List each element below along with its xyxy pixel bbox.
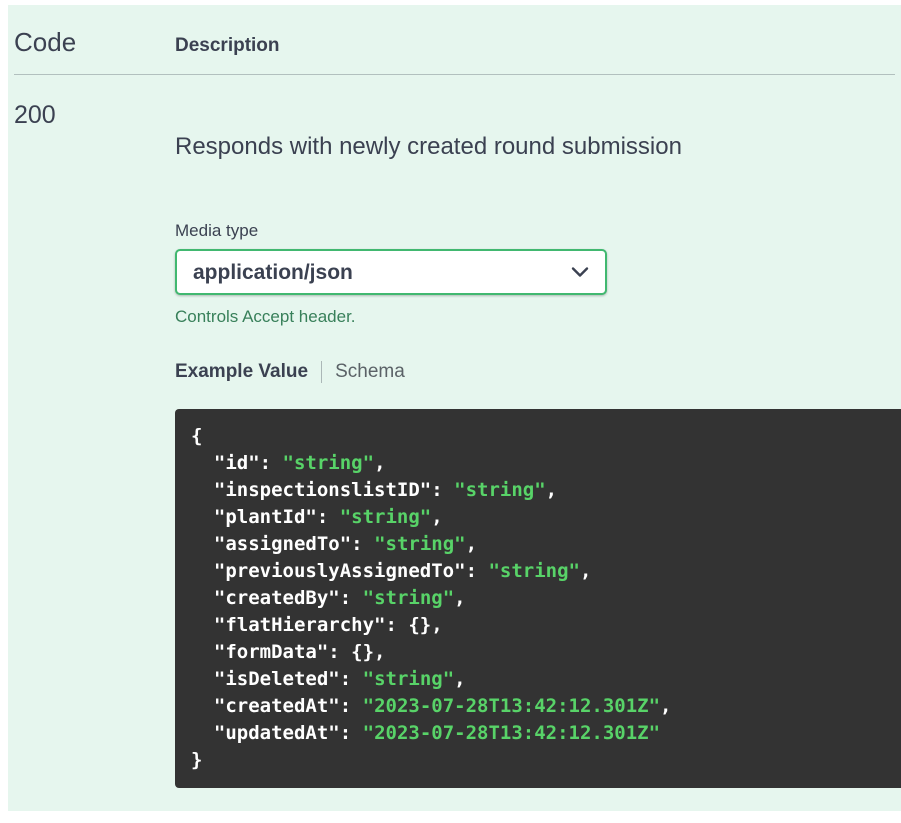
accept-note-prefix: Controls (175, 307, 242, 326)
json-code-line: "createdBy": "string", (191, 585, 885, 612)
json-code-line: "inspectionslistID": "string", (191, 477, 885, 504)
model-example-tabs: Example Value Schema (175, 361, 901, 383)
json-code-line: "id": "string", (191, 450, 885, 477)
json-code-line: "plantId": "string", (191, 504, 885, 531)
json-code-line: "flatHierarchy": {}, (191, 612, 885, 639)
response-description: Responds with newly created round submis… (175, 133, 901, 161)
accept-note-suffix: header. (294, 307, 355, 326)
media-type-select[interactable]: application/json (175, 249, 607, 295)
json-code-line: { (191, 423, 885, 450)
json-code-line: "formData": {}, (191, 639, 885, 666)
response-panel: Code Description 200 Responds with newly… (8, 5, 901, 811)
json-example-code: { "id": "string", "inspectionslistID": "… (175, 409, 901, 788)
accept-note-accept: Accept (242, 307, 294, 326)
json-code-line: "assignedTo": "string", (191, 531, 885, 558)
tab-separator (321, 361, 322, 383)
json-code-line: "previouslyAssignedTo": "string", (191, 558, 885, 585)
json-code-line: "updatedAt": "2023-07-28T13:42:12.301Z" (191, 720, 885, 747)
code-column-header: Code (14, 27, 175, 58)
json-code-line: "isDeleted": "string", (191, 666, 885, 693)
response-row: 200 Responds with newly created round su… (8, 75, 901, 788)
tab-schema[interactable]: Schema (335, 361, 405, 383)
accept-header-note: Controls Accept header. (175, 307, 901, 327)
tab-example-value[interactable]: Example Value (175, 361, 308, 383)
media-type-label: Media type (175, 221, 901, 241)
response-code: 200 (14, 101, 175, 130)
json-code-line: } (191, 747, 885, 774)
responses-table-header: Code Description (14, 27, 901, 58)
description-column-header: Description (175, 35, 901, 57)
json-code-line: "createdAt": "2023-07-28T13:42:12.301Z", (191, 693, 885, 720)
media-type-select-wrapper: application/json (175, 249, 607, 295)
